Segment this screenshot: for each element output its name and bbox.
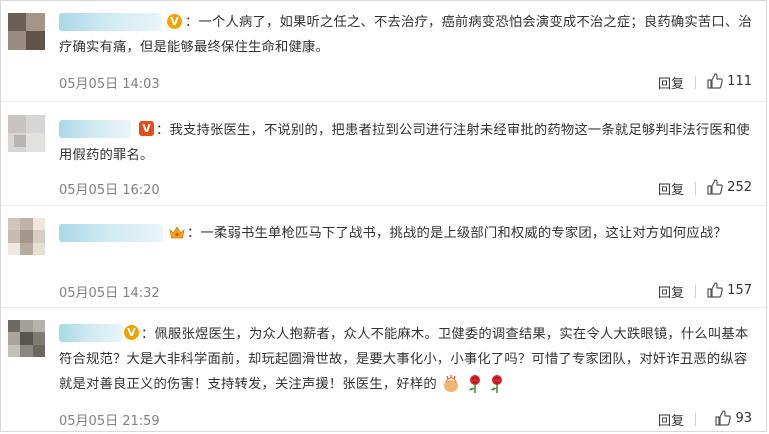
comment-text: ：一柔弱书生单枪匹马下了战书，挑战的是上级部门和权威的专家团，这让对方如何应战？	[187, 226, 727, 241]
divider	[695, 182, 696, 195]
divider	[695, 76, 696, 89]
comment-list: V ：一个人病了，如果听之任之、不去治疗，癌前病变恐怕会演变成不治之症；良药确实…	[0, 0, 768, 433]
avatar[interactable]	[8, 218, 45, 255]
comment-time: 05月05日 14:32	[59, 286, 160, 301]
like-button[interactable]: 111	[707, 73, 752, 89]
comment-item: V ：一个人病了，如果听之任之、不去治疗，癌前病变恐怕会演变成不治之症；良药确实…	[1, 1, 768, 102]
like-button[interactable]: 157	[707, 282, 752, 298]
comment-text: ：佩服张煜医生，为众人抱薪者，众人不能麻木。卫健委的调查结果，实在令人大跌眼镜，…	[59, 322, 752, 397]
like-count: 157	[727, 282, 752, 298]
comment-time: 05月05日 14:03	[59, 77, 160, 92]
rose-icon	[491, 375, 503, 393]
thumbs-up-icon	[707, 179, 724, 195]
reply-button[interactable]: 回复	[658, 179, 684, 198]
comment-time: 05月05日 16:20	[59, 183, 160, 198]
divider	[695, 413, 696, 426]
avatar[interactable]	[8, 115, 45, 152]
thumbs-up-icon	[707, 73, 724, 89]
divider	[695, 285, 696, 298]
comment-item: V ：佩服张煜医生，为众人抱薪者，众人不能麻木。卫健委的调查结果，实在令人大跌眼…	[1, 307, 768, 433]
like-count: 111	[727, 73, 752, 89]
like-button[interactable]: 93	[715, 410, 752, 426]
comment-text: ：我支持张医生，不说别的，把患者拉到公司进行注射未经审批的药物这一条就足够判非法…	[59, 123, 750, 163]
comment-text: ：一个人病了，如果听之任之、不去治疗，癌前病变恐怕会演变成不治之症；良药确实苦口…	[59, 15, 752, 55]
like-button[interactable]: 252	[707, 179, 752, 195]
thumbs-up-icon	[715, 410, 732, 426]
reply-button[interactable]: 回复	[658, 410, 684, 429]
avatar[interactable]	[8, 320, 45, 357]
comment-body: ：佩服张煜医生，为众人抱薪者，众人不能麻木。卫健委的调查结果，实在令人大跌眼镜，…	[59, 327, 749, 392]
comment-item: V ：我支持张医生，不说别的，把患者拉到公司进行注射未经审批的药物这一条就足够判…	[1, 101, 768, 206]
clapping-hands-icon	[444, 375, 459, 392]
thumbs-up-icon	[707, 282, 724, 298]
reply-button[interactable]: 回复	[658, 73, 684, 92]
comment-time: 05月05日 21:59	[59, 414, 160, 429]
reply-button[interactable]: 回复	[658, 282, 684, 301]
rose-icon	[468, 375, 480, 393]
comment-item: ：一柔弱书生单枪匹马下了战书，挑战的是上级部门和权威的专家团，这让对方如何应战？…	[1, 205, 768, 308]
like-count: 252	[727, 179, 752, 195]
like-count: 93	[735, 410, 752, 426]
avatar[interactable]	[8, 13, 45, 50]
